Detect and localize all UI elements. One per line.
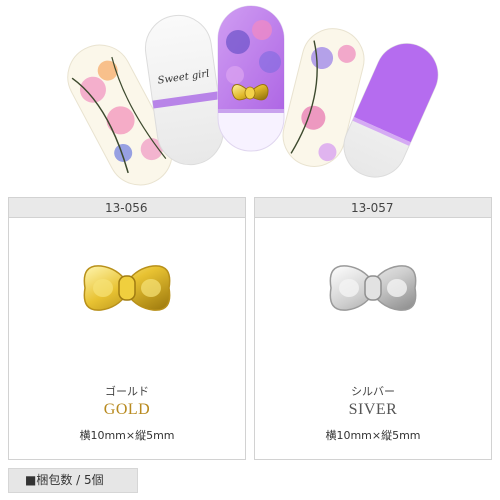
nail-tip-purple-floral <box>217 5 285 152</box>
gold-bow-icon <box>9 258 245 348</box>
product-name-kana: シルバー <box>351 385 395 398</box>
silver-bow-icon <box>255 258 491 348</box>
product-size: 横10mm×縦5mm <box>325 429 421 442</box>
gold-bow-on-nail <box>231 84 269 101</box>
product-name: SIVER <box>348 401 398 418</box>
product-card-gold[interactable]: 13-056 ゴールド GOLD 横10mm×縦5mm <box>8 197 246 460</box>
package-count-label: ■梱包数 / 5個 <box>8 468 138 493</box>
product-name: GOLD <box>103 401 151 418</box>
product-code: 13-057 <box>255 198 491 218</box>
product-code: 13-056 <box>9 198 245 218</box>
product-name-kana: ゴールド <box>105 385 149 398</box>
product-card-silver[interactable]: 13-057 シルバー SIVER 横10mm×縦5mm <box>254 197 492 460</box>
product-size: 横10mm×縦5mm <box>79 429 175 442</box>
nail-tips-photo: Sweet girl <box>0 0 500 192</box>
